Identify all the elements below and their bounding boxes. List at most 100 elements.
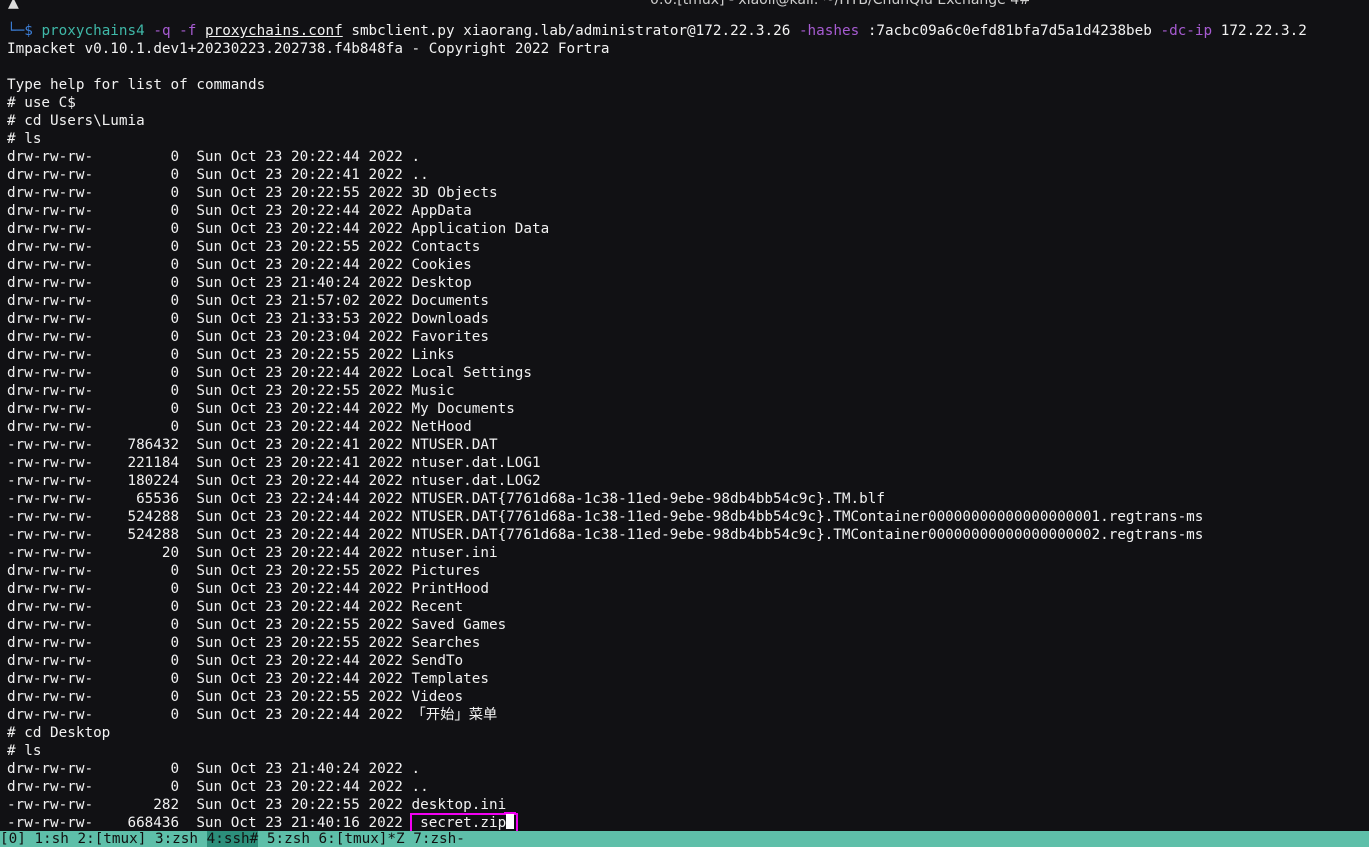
file-size: 0 — [170, 761, 180, 777]
file-row: -rw-rw-rw- 786432 Sun Oct 23 20:22:41 2022… — [7, 436, 1369, 454]
help-text: Type help for list of commands — [7, 77, 266, 93]
file-size: 0 — [170, 185, 180, 201]
cmd-flag-hashes: -hashes — [798, 23, 860, 39]
cmd-flag-q: -q — [153, 23, 171, 39]
file-row: -rw-rw-rw- 282 Sun Oct 23 20:22:55 2022 des… — [7, 796, 1369, 814]
file-date: Sun Oct 23 20:22:55 2022 — [196, 635, 403, 651]
file-size: 0 — [170, 617, 180, 633]
file-date: Sun Oct 23 21:33:53 2022 — [196, 311, 403, 327]
file-row: drw-rw-rw- 0 Sun Oct 23 21:40:24 2022 Deskt… — [7, 274, 1369, 292]
file-size: 0 — [170, 365, 180, 381]
file-permissions: -rw-rw-rw- — [7, 815, 94, 831]
file-date: Sun Oct 23 20:22:44 2022 — [196, 419, 403, 435]
file-date: Sun Oct 23 21:40:24 2022 — [196, 275, 403, 291]
file-name: Desktop — [411, 275, 472, 291]
file-date: Sun Oct 23 20:22:44 2022 — [196, 509, 403, 525]
file-size: 0 — [170, 329, 180, 345]
file-date: Sun Oct 23 20:22:44 2022 — [196, 221, 403, 237]
file-date: Sun Oct 23 20:22:44 2022 — [196, 203, 403, 219]
file-name: Contacts — [411, 239, 481, 255]
file-name: Videos — [411, 689, 464, 705]
file-permissions: drw-rw-rw- — [7, 401, 94, 417]
file-row: drw-rw-rw- 0 Sun Oct 23 20:22:55 2022 Video… — [7, 688, 1369, 706]
file-size: 0 — [170, 671, 180, 687]
prompt: └─$ — [7, 23, 42, 39]
file-size: 0 — [170, 707, 180, 723]
file-row: -rw-rw-rw- 65536 Sun Oct 23 22:24:44 2022 N… — [7, 490, 1369, 508]
file-permissions: -rw-rw-rw- — [7, 491, 94, 507]
file-size: 0 — [170, 419, 180, 435]
cmd-hash: :7acbc09a6c0efd81bfa7d5a1d4238beb — [867, 23, 1152, 39]
file-name: NTUSER.DAT{7761d68a-1c38-11ed-9ebe-98db4… — [411, 509, 1204, 525]
file-size: 524288 — [127, 527, 180, 543]
file-row: drw-rw-rw- 0 Sun Oct 23 20:22:44 2022 Templ… — [7, 670, 1369, 688]
file-size: 0 — [170, 581, 180, 597]
file-size: 0 — [170, 689, 180, 705]
file-date: Sun Oct 23 20:22:44 2022 — [196, 545, 403, 561]
file-date: Sun Oct 23 20:22:44 2022 — [196, 527, 403, 543]
file-permissions: drw-rw-rw- — [7, 239, 94, 255]
file-name: secret.zip — [420, 815, 507, 831]
file-row: drw-rw-rw- 0 Sun Oct 23 20:22:44 2022 My Do… — [7, 400, 1369, 418]
file-date: Sun Oct 23 20:22:55 2022 — [196, 347, 403, 363]
file-row: drw-rw-rw- 0 Sun Oct 23 20:22:44 2022.. — [7, 778, 1369, 796]
file-date: Sun Oct 23 20:22:55 2022 — [196, 563, 403, 579]
terminal-cursor — [506, 814, 515, 829]
file-permissions: drw-rw-rw- — [7, 689, 94, 705]
file-date: Sun Oct 23 20:22:55 2022 — [196, 239, 403, 255]
file-size: 0 — [170, 653, 180, 669]
file-date: Sun Oct 23 20:22:41 2022 — [196, 437, 403, 453]
file-size: 0 — [170, 203, 180, 219]
tmux-window-tab[interactable]: 7:zsh- — [413, 831, 465, 847]
file-size: 668436 — [127, 815, 180, 831]
file-permissions: drw-rw-rw- — [7, 419, 94, 435]
file-size: 180224 — [127, 473, 180, 489]
window-title: 0:0:[tmux] - xiaoli@kali: ~/HTB/ChunQiu … — [650, 0, 1031, 8]
file-name: PrintHood — [411, 581, 489, 597]
file-date: Sun Oct 23 20:22:55 2022 — [196, 185, 403, 201]
file-name: Templates — [411, 671, 489, 687]
file-permissions: drw-rw-rw- — [7, 221, 94, 237]
shell-command: # ls — [7, 743, 42, 759]
tmux-window-tab[interactable]: 3:zsh — [155, 831, 198, 847]
file-row: drw-rw-rw- 0 Sun Oct 23 20:22:44 2022 AppDa… — [7, 202, 1369, 220]
file-name: NTUSER.DAT{7761d68a-1c38-11ed-9ebe-98db4… — [411, 491, 885, 507]
file-permissions: drw-rw-rw- — [7, 779, 94, 795]
tmux-window-tab[interactable]: 1:sh — [34, 831, 68, 847]
file-size: 0 — [170, 149, 180, 165]
file-permissions: drw-rw-rw- — [7, 599, 94, 615]
file-permissions: -rw-rw-rw- — [7, 509, 94, 525]
file-name: Application Data — [411, 221, 550, 237]
tmux-window-tab[interactable]: 5:zsh — [267, 831, 310, 847]
file-name: NTUSER.DAT — [411, 437, 498, 453]
file-size: 0 — [170, 221, 180, 237]
file-row: drw-rw-rw- 0 Sun Oct 23 20:22:55 2022 Searc… — [7, 634, 1369, 652]
file-permissions: drw-rw-rw- — [7, 203, 94, 219]
tmux-window-tab[interactable]: 4:ssh# — [206, 831, 259, 847]
file-row: drw-rw-rw- 0 Sun Oct 23 20:22:55 2022 Links — [7, 346, 1369, 364]
file-permissions: drw-rw-rw- — [7, 617, 94, 633]
file-permissions: drw-rw-rw- — [7, 347, 94, 363]
tmux-window-tab[interactable]: 6:[tmux]*Z — [319, 831, 405, 847]
file-permissions: drw-rw-rw- — [7, 563, 94, 579]
file-row: -rw-rw-rw- 524288 Sun Oct 23 20:22:44 2022… — [7, 508, 1369, 526]
file-name: 3D Objects — [411, 185, 498, 201]
file-row: -rw-rw-rw- 668436 Sun Oct 23 21:40:16 2022… — [7, 813, 1369, 833]
file-size: 0 — [170, 275, 180, 291]
tmux-window-tab[interactable]: 2:[tmux] — [77, 831, 146, 847]
file-size: 0 — [170, 311, 180, 327]
terminal-output[interactable]: └─$ proxychains4 -q -f proxychains.conf … — [7, 22, 1369, 833]
file-permissions: drw-rw-rw- — [7, 707, 94, 723]
file-date: Sun Oct 23 22:24:44 2022 — [196, 491, 403, 507]
shell-command: # cd Users\Lumia — [7, 113, 145, 129]
file-row: drw-rw-rw- 0 Sun Oct 23 20:22:55 2022 Saved… — [7, 616, 1369, 634]
file-permissions: drw-rw-rw- — [7, 149, 94, 165]
file-size: 282 — [153, 797, 180, 813]
file-permissions: drw-rw-rw- — [7, 761, 94, 777]
file-row: drw-rw-rw- 0 Sun Oct 23 20:22:44 2022 「开始」菜… — [7, 706, 1369, 724]
cmd-flag-f: -f — [179, 23, 197, 39]
shell-command: # cd Desktop — [7, 725, 111, 741]
file-name: desktop.ini — [411, 797, 507, 813]
file-row: -rw-rw-rw- 20 Sun Oct 23 20:22:44 2022 ntus… — [7, 544, 1369, 562]
file-size: 0 — [170, 257, 180, 273]
